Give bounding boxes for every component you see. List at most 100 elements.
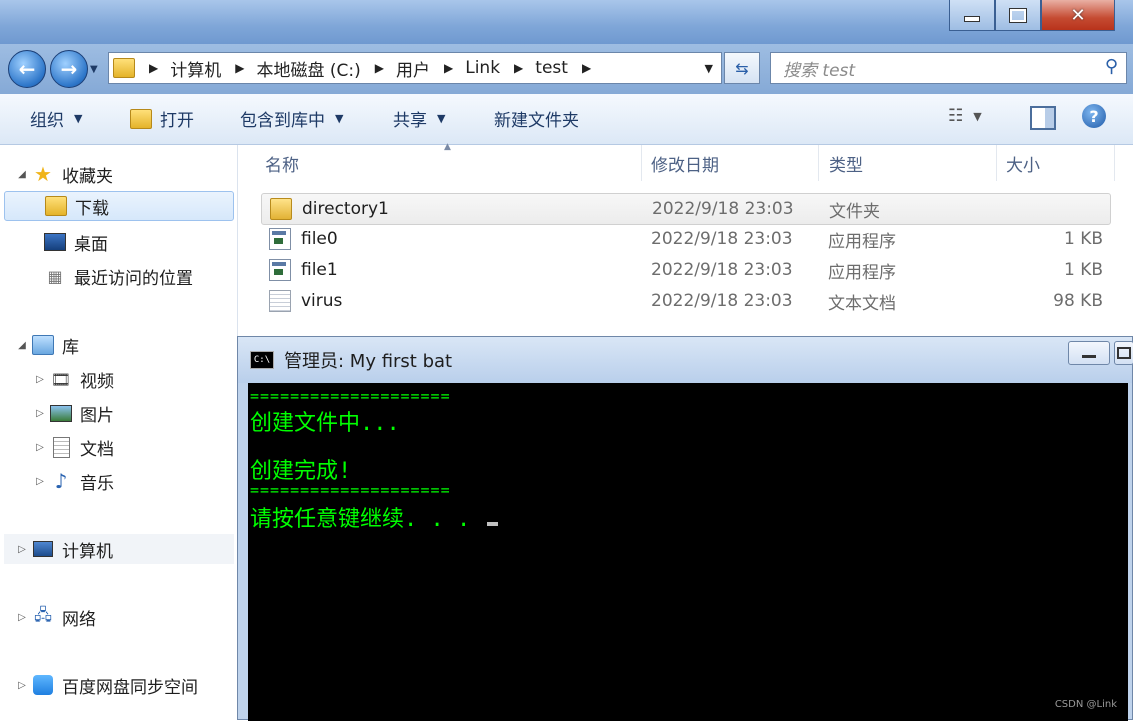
column-separator[interactable] [641,145,642,181]
console-window-controls [1064,341,1133,365]
preview-pane-icon[interactable] [1030,106,1056,130]
nav-desktop[interactable]: 桌面 [44,227,108,257]
collapse-arrow-icon: ▷ [18,543,26,555]
search-placeholder: 搜索 test [783,60,856,81]
app-icon [269,259,291,281]
minimize-icon [1082,354,1096,358]
collapse-arrow-icon: ▷ [36,373,44,385]
folder-icon [270,198,292,220]
chevron-down-icon: ▼ [973,109,982,123]
column-separator[interactable] [1114,145,1115,181]
window-controls: ✕ [949,0,1115,31]
nav-computer[interactable]: ▷ 计算机 [4,534,234,564]
collapse-arrow-icon: ▷ [36,407,44,419]
open-button[interactable]: 打开 [130,106,194,131]
column-header-type[interactable]: 类型 [829,145,863,181]
include-in-library-button[interactable]: 包含到库中 ▼ [240,106,343,131]
console-maximize-button[interactable] [1114,341,1133,365]
computer-icon [32,539,54,559]
file-row[interactable]: file1 2022/9/18 23:03 应用程序 1 KB [261,255,1109,285]
breadcrumb-item[interactable]: 用户 [396,56,430,81]
file-size: 1 KB [1063,260,1103,280]
recent-places-icon: ▦ [47,266,63,286]
refresh-button[interactable]: ⇆ [724,52,760,84]
nav-pictures[interactable]: ▷ 图片 [34,398,114,428]
file-type: 文件夹 [829,201,880,222]
history-dropdown-icon[interactable]: ▼ [90,64,98,75]
file-size: 1 KB [1063,229,1103,249]
nav-favorites[interactable]: ◢ ★ 收藏夹 [16,159,113,189]
forward-button[interactable]: → [50,50,88,88]
console-output[interactable]: ==================== 创建文件中... 创建完成! ====… [248,383,1128,721]
video-icon: 🎞 [50,369,72,389]
file-type: 应用程序 [828,262,896,283]
minimize-button[interactable] [949,0,995,31]
file-name: virus [301,291,343,311]
nav-downloads[interactable]: 下载 [4,191,234,221]
column-header-size[interactable]: 大小 [1006,145,1040,181]
baidu-netdisk-icon [32,675,54,695]
file-row[interactable]: file0 2022/9/18 23:03 应用程序 1 KB [261,224,1109,254]
search-icon[interactable]: ⚲ [1105,56,1118,77]
window-title-bar: ✕ [0,0,1133,44]
music-icon: ♪ [54,469,68,493]
cmd-icon: C:\ [250,351,274,369]
app-icon [269,228,291,250]
file-name: file0 [301,229,338,249]
column-separator[interactable] [996,145,997,181]
back-button[interactable]: ← [8,50,46,88]
nav-network[interactable]: ▷ 🖧 网络 [16,602,96,632]
file-row[interactable]: directory1 2022/9/18 23:03 文件夹 [261,193,1111,225]
help-icon[interactable]: ? [1082,104,1106,128]
file-date: 2022/9/18 23:03 [652,199,794,219]
file-name: file1 [301,260,338,280]
console-line: ==================== [250,481,451,499]
folder-icon [113,58,135,78]
organize-button[interactable]: 组织 ▼ [30,106,82,131]
nav-baidu-sync[interactable]: ▷ 百度网盘同步空间 [16,670,198,700]
file-size: 98 KB [1053,291,1103,311]
chevron-down-icon: ▼ [437,112,446,125]
console-title-bar[interactable]: C:\ 管理员: My first bat [238,337,1133,383]
close-button[interactable]: ✕ [1041,0,1115,31]
console-line: 创建文件中... [250,411,400,436]
nav-music[interactable]: ▷ ♪ 音乐 [34,466,114,496]
file-date: 2022/9/18 23:03 [651,260,793,280]
command-toolbar: 组织 ▼ 打开 包含到库中 ▼ 共享 ▼ 新建文件夹 ☷ ▼ ? [0,94,1133,145]
file-date: 2022/9/18 23:03 [651,291,793,311]
address-dropdown-icon[interactable]: ▼ [705,62,713,75]
search-input[interactable]: 搜索 test ⚲ [770,52,1127,84]
breadcrumb-item[interactable]: 计算机 [170,56,221,81]
file-date: 2022/9/18 23:03 [651,229,793,249]
downloads-folder-icon [45,196,67,216]
maximize-button[interactable] [995,0,1041,31]
nav-libraries[interactable]: ◢ 库 [16,330,79,360]
text-file-icon [269,290,291,312]
column-header-name[interactable]: 名称 [265,145,299,181]
file-row[interactable]: virus 2022/9/18 23:03 文本文档 98 KB [261,286,1109,316]
watermark: CSDN @Link [1054,699,1117,710]
console-minimize-button[interactable] [1068,341,1110,365]
nav-recent-places[interactable]: ▦ 最近访问的位置 [44,261,193,291]
document-icon [50,436,72,458]
expand-arrow-icon: ◢ [18,339,26,351]
column-header-date[interactable]: 修改日期 [651,145,719,181]
console-window[interactable]: C:\ 管理员: My first bat ==================… [237,336,1133,721]
sort-ascending-icon: ▲ [444,142,451,152]
file-name: directory1 [302,199,389,219]
breadcrumb-item[interactable]: 本地磁盘 (C:) [256,56,360,81]
breadcrumb-item[interactable]: test [535,58,568,78]
close-icon: ✕ [1070,4,1086,26]
desktop-icon [44,232,66,252]
nav-videos[interactable]: ▷ 🎞 视频 [34,364,114,394]
view-options-button[interactable]: ☷ ▼ [948,106,982,126]
column-separator[interactable] [818,145,819,181]
open-folder-icon [130,108,152,129]
nav-documents[interactable]: ▷ 文档 [34,432,114,462]
share-button[interactable]: 共享 ▼ [393,106,445,131]
maximize-icon [1117,347,1131,359]
new-folder-button[interactable]: 新建文件夹 [494,106,579,131]
navigation-pane: ◢ ★ 收藏夹 下载 桌面 ▦ 最近访问的位置 ◢ 库 ▷ 🎞 视频 ▷ 图片 ▷ 文档 ▷ ♪ 音… [0,145,238,720]
address-box[interactable]: ▶ 计算机 ▶ 本地磁盘 (C:) ▶ 用户 ▶ Link ▶ test ▶ ▼ [108,52,722,84]
breadcrumb-item[interactable]: Link [465,58,500,78]
